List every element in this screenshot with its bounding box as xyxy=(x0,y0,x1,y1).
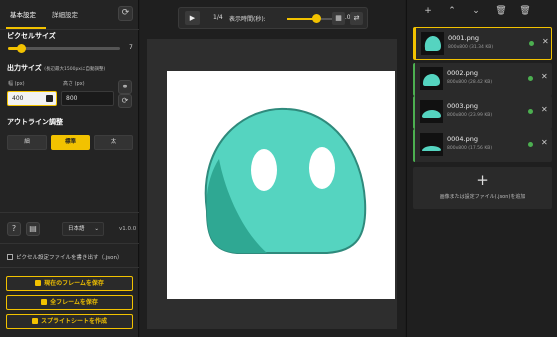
canvas-area xyxy=(147,39,397,329)
frame-meta: 800x800 (28.42 KB) xyxy=(447,80,493,85)
close-icon[interactable]: ✕ xyxy=(541,138,548,147)
refresh-icon[interactable]: ⟳ xyxy=(118,6,133,21)
frames-panel: + ⌃ ⌄ 🗑 🗑 0001.png 800x800 (31.34 KB) ✕ … xyxy=(406,0,557,337)
chevron-down-icon: ⌄ xyxy=(94,226,99,232)
language-value: 日本語 xyxy=(68,226,85,232)
grid-icon[interactable]: ▦ xyxy=(332,12,345,25)
frame-item[interactable]: 0003.png 800x800 (23.99 KB) ✕ xyxy=(413,96,552,129)
status-dot xyxy=(528,142,533,147)
frame-thumbnail xyxy=(421,32,444,55)
frames-toolbar: + ⌃ ⌄ 🗑 🗑 xyxy=(407,0,557,24)
pixel-size-title: ピクセルサイズ xyxy=(7,32,56,40)
frame-thumbnail xyxy=(420,133,443,156)
frame-thumbnail xyxy=(420,67,443,90)
chevron-down-icon[interactable]: ⌄ xyxy=(470,5,482,17)
output-size-title-text: 出力サイズ xyxy=(7,64,42,72)
preview-panel: ▶ 1/4 表示時間(秒): 1.0 s ▦ ⇄ xyxy=(140,0,405,337)
create-sprite-sheet-button[interactable]: スプライトシートを作成 xyxy=(6,314,133,329)
language-select[interactable]: 日本語 ⌄ xyxy=(62,222,104,236)
width-label: 幅 (px) xyxy=(8,81,25,87)
divider xyxy=(0,212,139,213)
frame-item[interactable]: 0004.png 800x800 (17.56 KB) ✕ xyxy=(413,129,552,162)
width-input-value: 400 xyxy=(12,95,24,102)
height-label: 高さ (px) xyxy=(63,81,85,87)
settings-tabs: 基本設定 詳細設定 ⟳ xyxy=(0,0,139,30)
link-icon[interactable]: ⚭ xyxy=(118,80,132,94)
trash-all-icon[interactable]: 🗑 xyxy=(519,5,531,17)
height-input[interactable]: 800 xyxy=(61,91,114,106)
reset-size-icon[interactable]: ⟳ xyxy=(118,94,132,108)
pixel-size-value: 7 xyxy=(129,44,133,51)
frame-meta: 800x800 (23.99 KB) xyxy=(447,113,493,118)
frame-name: 0001.png xyxy=(448,34,479,42)
save-all-frames-button[interactable]: 全フレームを保存 xyxy=(6,295,133,310)
frame-counter: 1/4 xyxy=(213,14,223,21)
trash-icon[interactable]: 🗑 xyxy=(495,5,507,17)
export-settings-label: ピクセル設定ファイルを書き出す（.json） xyxy=(16,255,123,261)
plus-icon[interactable]: + xyxy=(422,5,434,17)
sprite-grid-icon xyxy=(31,318,38,324)
slime-sprite xyxy=(204,107,367,254)
frame-item[interactable]: 0001.png 800x800 (31.34 KB) ✕ xyxy=(413,27,552,60)
export-settings-checkbox[interactable] xyxy=(7,254,13,260)
frame-name: 0004.png xyxy=(447,135,478,143)
settings-panel: 基本設定 詳細設定 ⟳ ピクセルサイズ 7 出力サイズ (長辺最大1500pxに… xyxy=(0,0,139,337)
plus-icon: + xyxy=(476,171,489,189)
frame-item[interactable]: 0002.png 800x800 (28.42 KB) ✕ xyxy=(413,63,552,96)
outline-option-standard[interactable]: 標準 xyxy=(51,135,90,150)
create-sprite-sheet-label: スプライトシートを作成 xyxy=(40,318,107,325)
frame-thumbnail xyxy=(420,100,443,123)
swap-icon[interactable]: ⇄ xyxy=(350,12,363,25)
frame-meta: 800x800 (17.56 KB) xyxy=(447,146,493,151)
frame-name: 0002.png xyxy=(447,69,478,77)
outline-option-thick[interactable]: 太 xyxy=(94,135,133,150)
divider xyxy=(0,267,139,268)
output-size-title: 出力サイズ (長辺最大1500pxに自動調整) xyxy=(7,63,105,73)
close-icon[interactable]: ✕ xyxy=(541,72,548,81)
divider xyxy=(0,243,139,244)
tab-detail[interactable]: 詳細設定 xyxy=(52,9,78,19)
active-tab-indicator xyxy=(6,27,46,29)
preview-canvas[interactable] xyxy=(167,71,395,299)
add-frame-label: 画像または設定ファイル(.json)を追加 xyxy=(439,194,526,200)
help-icon[interactable]: ? xyxy=(7,222,21,236)
document-icon[interactable]: ▤ xyxy=(26,222,40,236)
play-icon[interactable]: ▶ xyxy=(185,11,200,25)
duration-slider-knob[interactable] xyxy=(312,14,321,23)
frame-meta: 800x800 (31.34 KB) xyxy=(448,45,494,50)
height-input-value: 800 xyxy=(66,95,78,102)
duration-label: 表示時間(秒): xyxy=(229,16,266,23)
status-dot xyxy=(528,109,533,114)
save-all-frames-label: 全フレームを保存 xyxy=(50,299,98,306)
chevron-up-icon[interactable]: ⌃ xyxy=(446,5,458,17)
status-dot xyxy=(529,41,534,46)
download-icon xyxy=(35,280,42,286)
close-icon[interactable]: ✕ xyxy=(541,105,548,114)
close-icon[interactable]: ✕ xyxy=(542,37,549,46)
tab-basic[interactable]: 基本設定 xyxy=(10,9,36,19)
frame-name: 0003.png xyxy=(447,102,478,110)
width-stepper[interactable] xyxy=(46,95,53,102)
outline-option-thin[interactable]: 細 xyxy=(7,135,47,150)
width-input[interactable]: 400 xyxy=(7,91,57,106)
app-window: 基本設定 詳細設定 ⟳ ピクセルサイズ 7 出力サイズ (長辺最大1500pxに… xyxy=(0,0,557,337)
outline-title: アウトライン調整 xyxy=(7,118,63,126)
status-dot xyxy=(528,76,533,81)
version-label: v1.0.0 xyxy=(119,226,137,232)
output-size-subtitle: (長辺最大1500pxに自動調整) xyxy=(44,67,106,72)
add-frame-dropzone[interactable]: + 画像または設定ファイル(.json)を追加 xyxy=(413,167,552,209)
save-current-frame-button[interactable]: 現在のフレームを保存 xyxy=(6,276,133,291)
save-current-frame-label: 現在のフレームを保存 xyxy=(44,280,104,287)
pixel-size-slider-knob[interactable] xyxy=(17,44,26,53)
cloud-upload-icon xyxy=(41,299,48,305)
